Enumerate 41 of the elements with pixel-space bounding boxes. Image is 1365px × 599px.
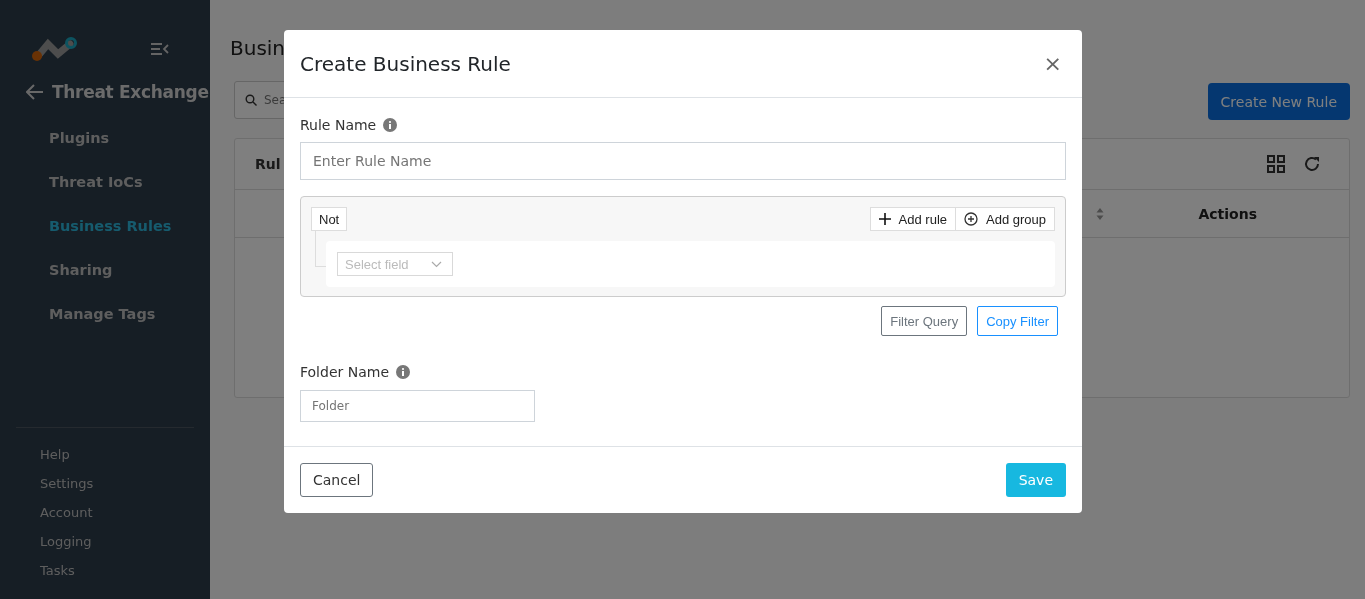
field-select[interactable]: Select field (337, 252, 453, 276)
sidebar-item[interactable]: Sharing (49, 248, 210, 292)
section-title: Threat Exchange (52, 82, 209, 102)
not-toggle[interactable]: Not (311, 207, 348, 231)
sidebar-item[interactable]: Plugins (49, 116, 210, 160)
sidebar-link[interactable]: Settings (40, 469, 194, 498)
sidebar-item[interactable]: Business Rules (49, 204, 210, 248)
sidebar-link[interactable]: Account (40, 498, 194, 527)
copy-filter-button[interactable]: Copy Filter (977, 306, 1058, 336)
info-icon[interactable] (396, 365, 411, 379)
refresh-icon[interactable] (1303, 155, 1321, 173)
collapse-menu-icon[interactable] (150, 42, 170, 56)
sidebar-item[interactable]: Manage Tags (49, 292, 210, 336)
back-arrow-icon[interactable] (26, 84, 44, 100)
add-rule-button[interactable]: Add rule (869, 207, 956, 231)
filter-query-button[interactable]: Filter Query (881, 306, 968, 336)
close-button[interactable]: × (1039, 51, 1066, 76)
grid-view-icon[interactable] (1267, 155, 1285, 173)
sidebar-item[interactable]: Threat IoCs (49, 160, 210, 204)
plus-circle-icon (964, 212, 978, 226)
search-icon (245, 94, 257, 106)
rule-name-field[interactable]: Enter Rule Name (300, 142, 1066, 180)
sort-icon[interactable] (1096, 206, 1105, 221)
folder-field[interactable]: Folder (300, 390, 535, 422)
field-label: Folder Name (300, 364, 390, 380)
sidebar-link[interactable]: Tasks (40, 556, 194, 585)
sidebar-link[interactable]: Help (40, 440, 194, 469)
logo-icon (30, 36, 78, 62)
dialog-title: Create Business Rule (300, 51, 511, 76)
cancel-button[interactable]: Cancel (300, 463, 374, 497)
field-label: Rule Name (300, 117, 377, 133)
chevron-down-icon (431, 260, 442, 268)
sidebar-link[interactable]: Logging (40, 527, 194, 556)
create-rule-button[interactable]: Create New Rule (1207, 83, 1350, 120)
page-title: Busin (230, 36, 286, 62)
table-label: Rul (255, 156, 281, 172)
save-button[interactable]: Save (1005, 463, 1066, 497)
info-icon[interactable] (383, 118, 398, 132)
plus-icon (878, 213, 891, 225)
column-header: Actions (1198, 205, 1257, 222)
add-group-button[interactable]: Add group (956, 207, 1055, 231)
